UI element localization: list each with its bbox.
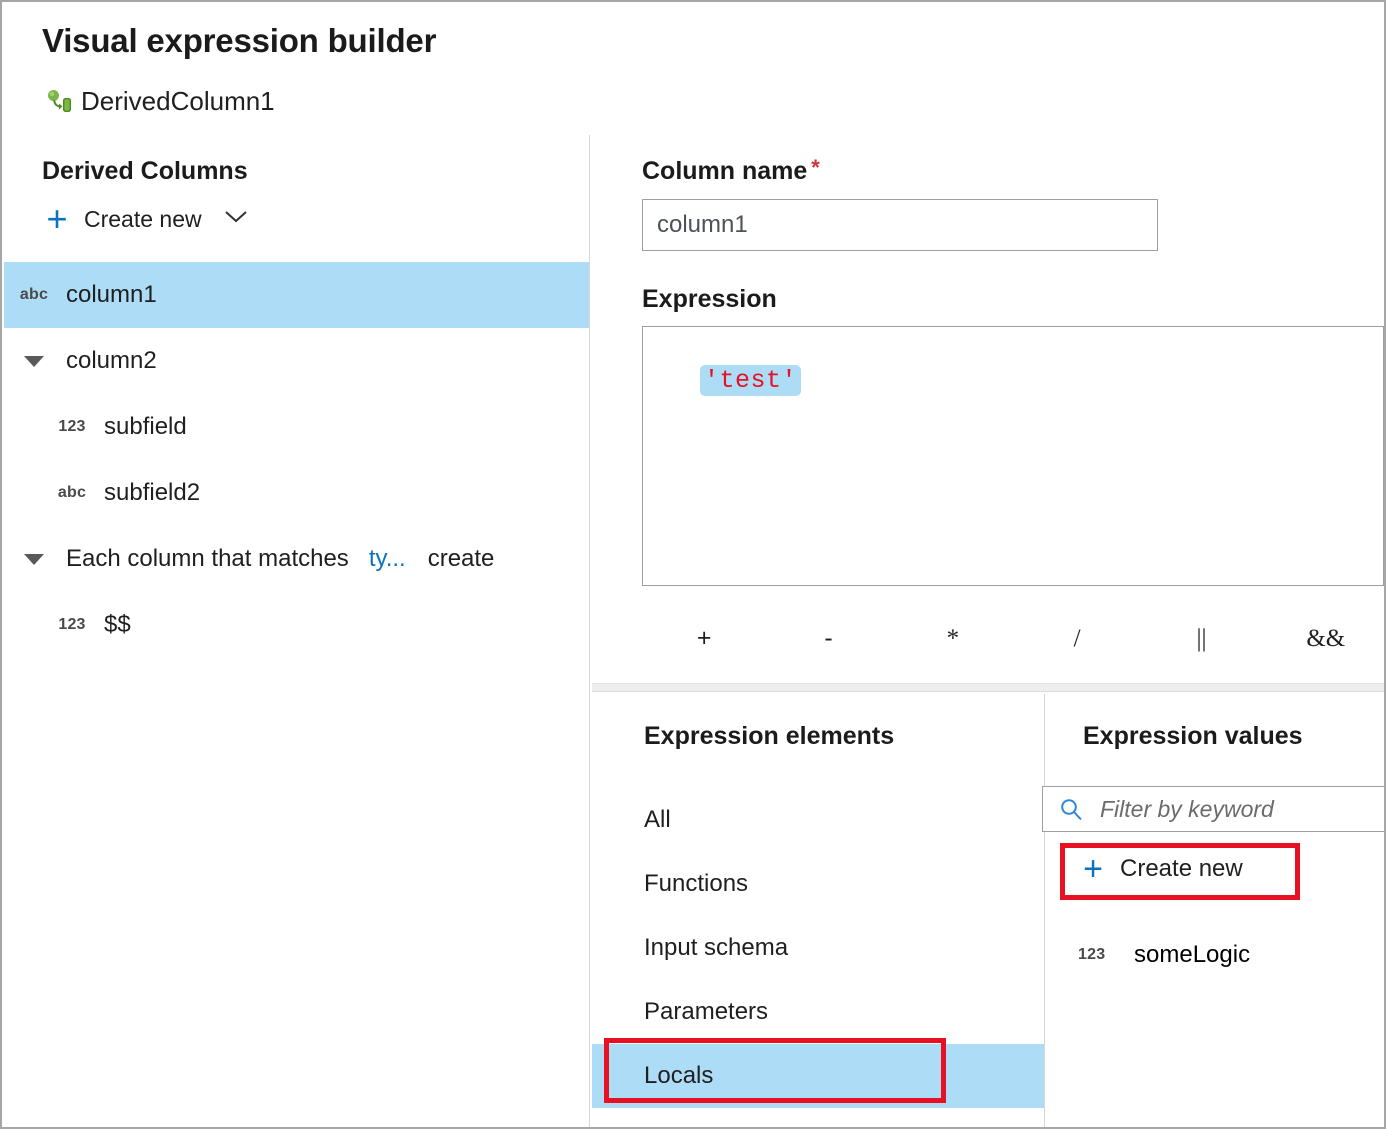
expression-label: Expression [642, 285, 777, 314]
required-asterisk: * [811, 155, 820, 180]
section-divider [592, 683, 1386, 692]
tree-item-subfield2[interactable]: abc subfield2 [4, 460, 590, 526]
column-name-label: Column name* [642, 157, 820, 186]
tree-item-subfield[interactable]: 123 subfield [4, 394, 590, 460]
expression-values-pane: Expression values [1045, 694, 1386, 1129]
operator-multiply-button[interactable]: * [891, 626, 1015, 651]
derived-column-icon [46, 89, 72, 115]
element-item-input-schema[interactable]: Input schema [592, 916, 1045, 980]
expression-values-title: Expression values [1083, 722, 1303, 751]
type-badge-abc: abc [52, 484, 92, 502]
tree-item-label: $$ [104, 611, 131, 639]
breadcrumb: DerivedColumn1 [46, 86, 275, 117]
type-badge-123: 123 [52, 616, 92, 634]
tree-item-column2[interactable]: column2 [4, 328, 590, 394]
sidebar-create-new-label: Create new [84, 206, 202, 233]
tree-item-dollar-dollar[interactable]: 123 $$ [4, 592, 590, 658]
tree-item-label: column2 [66, 347, 157, 375]
tree-item-label: subfield [104, 413, 187, 441]
filter-by-keyword-input[interactable] [1098, 795, 1362, 824]
operator-plus-button[interactable]: + [642, 626, 766, 651]
element-item-label: Parameters [644, 998, 768, 1026]
element-item-locals[interactable]: Locals [592, 1044, 1045, 1108]
column-name-input[interactable] [642, 199, 1158, 251]
tree-item-column1[interactable]: abc column1 [4, 262, 590, 328]
values-create-new-label: Create new [1120, 855, 1243, 883]
operator-toolbar: + - * / || && [642, 610, 1386, 666]
expression-elements-list: All Functions Input schema Parameters Lo… [592, 788, 1045, 1108]
expression-token: 'test' [700, 365, 801, 396]
tree-item-label: Each column that matches [66, 545, 349, 573]
caret-down-icon[interactable] [14, 552, 54, 566]
value-item-label: someLogic [1134, 941, 1250, 969]
filter-by-keyword-field[interactable] [1042, 786, 1386, 832]
value-item-somelogic[interactable]: 123 someLogic [1078, 930, 1250, 980]
operator-divide-button[interactable]: / [1015, 626, 1139, 651]
operator-and-button[interactable]: && [1264, 626, 1386, 651]
element-item-all[interactable]: All [592, 788, 1045, 852]
visual-expression-builder-dialog: Visual expression builder DerivedColumn1… [0, 0, 1386, 1129]
element-item-parameters[interactable]: Parameters [592, 980, 1045, 1044]
search-icon [1059, 797, 1084, 822]
breadcrumb-label: DerivedColumn1 [81, 86, 275, 117]
derived-columns-sidebar: Derived Columns + Create new abc column1 [4, 135, 590, 1129]
type-badge-123: 123 [1078, 946, 1128, 964]
element-item-label: All [644, 806, 671, 834]
element-item-label: Functions [644, 870, 748, 898]
type-badge-abc: abc [14, 286, 54, 304]
page-title: Visual expression builder [42, 22, 436, 60]
tree-item-label: subfield2 [104, 479, 200, 507]
operator-minus-button[interactable]: - [766, 626, 890, 651]
derived-columns-tree: abc column1 column2 123 subfield abc sub… [4, 262, 590, 658]
values-create-new-button[interactable]: + Create new [1078, 849, 1243, 889]
tree-item-create-label: create [428, 545, 495, 573]
sidebar-create-new-button[interactable]: + Create new [40, 199, 248, 239]
plus-icon: + [40, 201, 74, 237]
expression-elements-title: Expression elements [644, 722, 894, 751]
element-item-label: Input schema [644, 934, 788, 962]
caret-down-icon[interactable] [14, 354, 54, 368]
sidebar-title: Derived Columns [42, 157, 248, 186]
expression-editor[interactable]: 'test' [642, 326, 1384, 586]
column-name-label-text: Column name [642, 157, 807, 185]
tree-item-label: column1 [66, 281, 157, 309]
chevron-down-icon[interactable] [224, 210, 248, 229]
tree-item-type-link[interactable]: ty... [369, 545, 406, 573]
operator-or-button[interactable]: || [1139, 626, 1263, 651]
tree-item-each-column-that-matches[interactable]: Each column that matches ty... create [4, 526, 590, 592]
plus-icon: + [1078, 852, 1108, 886]
element-item-label: Locals [644, 1062, 713, 1090]
expression-elements-pane: Expression elements All Functions Input … [592, 694, 1045, 1129]
element-item-functions[interactable]: Functions [592, 852, 1045, 916]
type-badge-123: 123 [52, 418, 92, 436]
